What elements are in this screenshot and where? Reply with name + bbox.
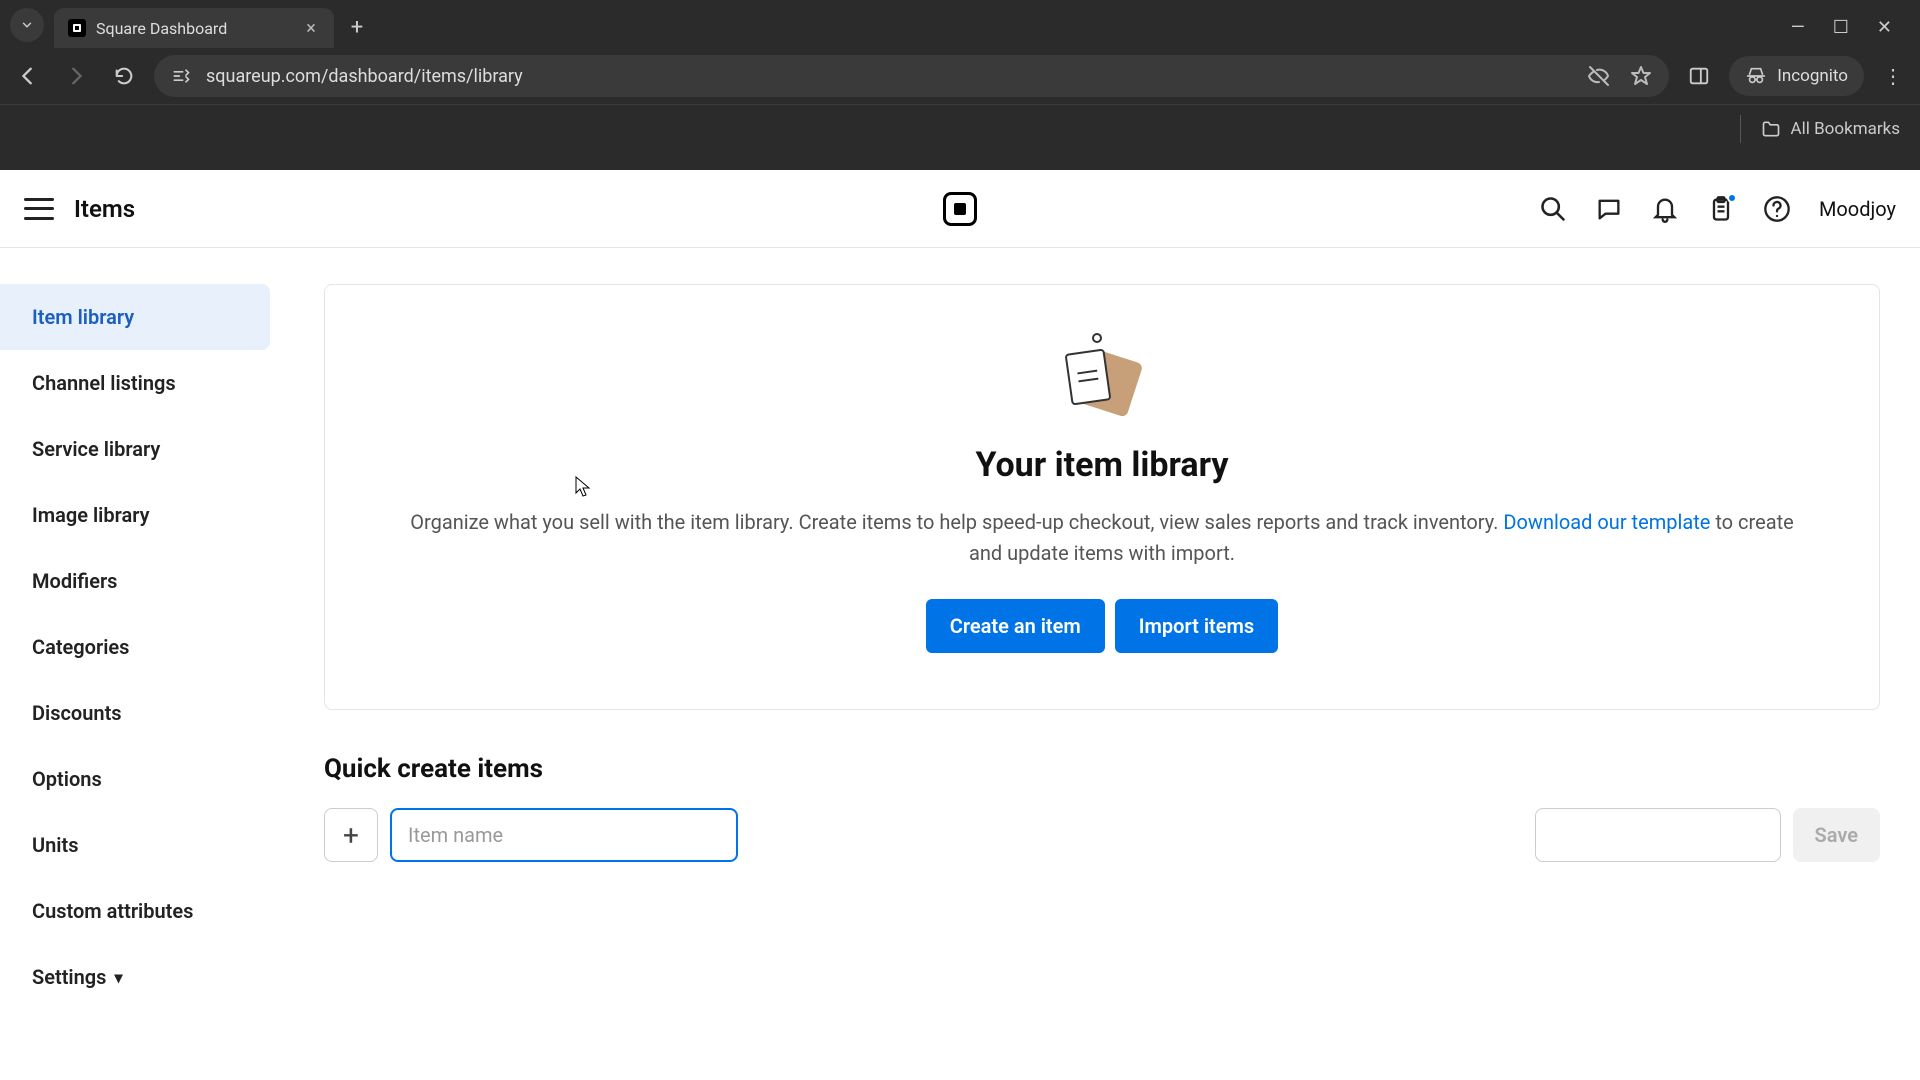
sidebar-item-label: Discounts <box>32 701 122 725</box>
sidebar-item-channel-listings[interactable]: Channel listings <box>0 350 278 416</box>
sidebar-item-label: Image library <box>32 503 150 527</box>
sidebar-item-units[interactable]: Units <box>0 812 278 878</box>
import-items-button[interactable]: Import items <box>1115 599 1278 653</box>
hamburger-menu-icon[interactable] <box>24 198 54 220</box>
sidebar-item-categories[interactable]: Categories <box>0 614 278 680</box>
minimize-icon[interactable]: — <box>1791 17 1805 38</box>
notification-dot <box>1727 193 1737 203</box>
back-icon[interactable] <box>10 58 46 94</box>
clipboard-icon[interactable] <box>1707 195 1735 223</box>
favicon-icon <box>68 19 86 37</box>
browser-tab[interactable]: Square Dashboard × <box>54 8 334 48</box>
incognito-label: Incognito <box>1777 66 1848 86</box>
all-bookmarks-link[interactable]: All Bookmarks <box>1791 119 1900 139</box>
forward-icon[interactable] <box>58 58 94 94</box>
search-icon[interactable] <box>1539 195 1567 223</box>
bookmark-star-icon[interactable] <box>1629 64 1653 88</box>
page-title: Items <box>74 195 135 223</box>
app-header: Items Moodjoy <box>0 170 1920 248</box>
panel-description: Organize what you sell with the item lib… <box>402 507 1802 569</box>
incognito-icon <box>1745 65 1767 87</box>
close-tab-icon[interactable]: × <box>302 19 320 37</box>
chevron-down-icon: ▾ <box>114 968 122 987</box>
sidebar-item-options[interactable]: Options <box>0 746 278 812</box>
sidebar: Item library Channel listings Service li… <box>0 248 278 1080</box>
sidebar-item-discounts[interactable]: Discounts <box>0 680 278 746</box>
sidebar-item-custom-attributes[interactable]: Custom attributes <box>0 878 278 944</box>
quick-create-title: Quick create items <box>324 754 1880 784</box>
eye-off-icon[interactable] <box>1587 64 1611 88</box>
panel-heading: Your item library <box>976 445 1229 485</box>
main-content: Your item library Organize what you sell… <box>278 248 1920 1080</box>
tab-title: Square Dashboard <box>96 19 292 38</box>
sidebar-item-label: Modifiers <box>32 569 117 593</box>
sidebar-item-label: Channel listings <box>32 371 176 395</box>
bell-icon[interactable] <box>1651 195 1679 223</box>
tags-illustration-icon <box>1062 345 1142 417</box>
incognito-indicator[interactable]: Incognito <box>1729 56 1864 96</box>
chat-icon[interactable] <box>1595 195 1623 223</box>
sidebar-item-item-library[interactable]: Item library <box>0 284 270 350</box>
sidebar-item-label: Custom attributes <box>32 899 193 923</box>
browser-chrome: Square Dashboard × + — ☐ ✕ squareup.com/… <box>0 0 1920 170</box>
folder-icon <box>1761 119 1781 139</box>
address-row: squareup.com/dashboard/items/library Inc… <box>0 48 1920 104</box>
quick-create-section: Quick create items + Save <box>324 754 1880 862</box>
sidebar-item-label: Service library <box>32 437 160 461</box>
maximize-icon[interactable]: ☐ <box>1833 17 1849 38</box>
username-label[interactable]: Moodjoy <box>1819 197 1896 221</box>
bookmarks-bar: All Bookmarks <box>0 104 1920 152</box>
window-controls: — ☐ ✕ <box>1791 17 1910 48</box>
sidebar-item-label: Units <box>32 833 79 857</box>
download-template-link[interactable]: Download our template <box>1503 510 1710 534</box>
square-logo[interactable] <box>943 192 977 226</box>
help-icon[interactable] <box>1763 195 1791 223</box>
create-item-button[interactable]: Create an item <box>926 599 1105 653</box>
sidebar-item-label: Options <box>32 767 102 791</box>
new-tab-button[interactable]: + <box>340 10 374 44</box>
sidebar-item-modifiers[interactable]: Modifiers <box>0 548 278 614</box>
sidebar-item-service-library[interactable]: Service library <box>0 416 278 482</box>
sidebar-item-label: Item library <box>32 305 134 329</box>
empty-state-panel: Your item library Organize what you sell… <box>324 284 1880 710</box>
item-name-input[interactable] <box>390 808 738 862</box>
side-panel-icon[interactable] <box>1681 58 1717 94</box>
site-settings-icon[interactable] <box>170 65 192 87</box>
sidebar-item-image-library[interactable]: Image library <box>0 482 278 548</box>
reload-icon[interactable] <box>106 58 142 94</box>
save-button[interactable]: Save <box>1793 808 1880 862</box>
browser-menu-icon[interactable]: ⋮ <box>1876 64 1910 88</box>
sidebar-item-label: Settings <box>32 965 106 989</box>
sidebar-item-label: Categories <box>32 635 129 659</box>
app-root: Items Moodjoy Item librar <box>0 170 1920 1080</box>
item-price-input[interactable] <box>1535 808 1781 862</box>
url-text: squareup.com/dashboard/items/library <box>206 66 1573 87</box>
close-window-icon[interactable]: ✕ <box>1877 17 1892 38</box>
sidebar-item-settings[interactable]: Settings ▾ <box>0 944 278 1010</box>
tab-strip: Square Dashboard × + — ☐ ✕ <box>0 0 1920 48</box>
tab-search-dropdown[interactable] <box>10 8 44 42</box>
address-bar[interactable]: squareup.com/dashboard/items/library <box>154 55 1669 97</box>
add-item-button[interactable]: + <box>324 808 378 862</box>
